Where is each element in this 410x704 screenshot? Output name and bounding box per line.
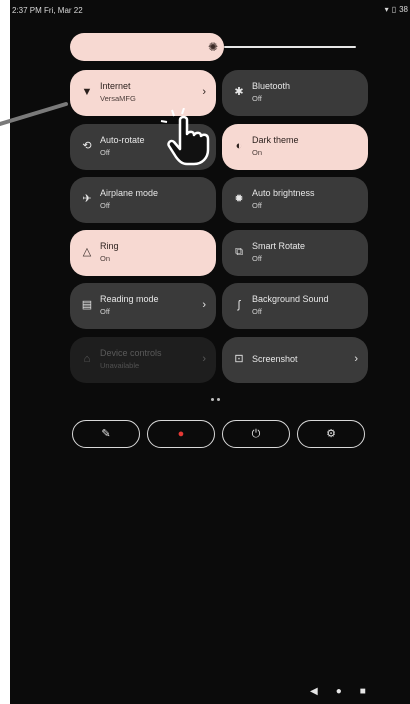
edit-button[interactable]: ✎ bbox=[72, 420, 140, 448]
tile-sub: Unavailable bbox=[100, 361, 140, 370]
navigation-bar: ◀ ● ■ bbox=[310, 686, 366, 697]
power-icon: ⏻ bbox=[251, 428, 261, 440]
contrast-icon: ◐ bbox=[235, 140, 243, 152]
tile-sub: VersaMFG bbox=[100, 94, 136, 103]
reading-mode-icon: ▤ bbox=[81, 299, 93, 311]
settings-icon: ⚙ bbox=[326, 428, 336, 440]
tile-sub: Off bbox=[100, 148, 110, 157]
tile-label: Airplane mode bbox=[100, 188, 159, 198]
tile-dark-theme[interactable]: ◐ Dark theme On bbox=[222, 124, 368, 170]
user-button[interactable]: ● bbox=[147, 420, 215, 448]
status-time: 2:37 PM Fri, Mar 22 bbox=[12, 6, 83, 15]
tile-smart-rotate[interactable]: ⧉ Smart Rotate Off bbox=[222, 230, 368, 276]
edit-icon: ✎ bbox=[101, 428, 111, 440]
tile-label: Bluetooth bbox=[252, 81, 291, 91]
airplane-icon: ✈ bbox=[82, 193, 92, 205]
tile-reading-mode[interactable]: ▤ Reading mode Off › bbox=[70, 283, 216, 329]
status-bar: 2:37 PM Fri, Mar 22 ▾ ▯ 38 bbox=[10, 0, 410, 22]
tile-airplane-mode[interactable]: ✈ Airplane mode Off bbox=[70, 177, 216, 223]
home-button-icon[interactable]: ● bbox=[336, 686, 342, 697]
tile-sub: Off bbox=[100, 307, 110, 316]
page-dot bbox=[211, 398, 214, 401]
battery-icon: ▯ bbox=[391, 5, 397, 14]
tile-label: Smart Rotate bbox=[252, 241, 306, 251]
tile-label: Background Sound bbox=[252, 294, 329, 304]
page-dot bbox=[217, 398, 220, 401]
tile-label: Internet bbox=[100, 81, 131, 91]
tile-screenshot[interactable]: ⊡ Screenshot › bbox=[222, 337, 368, 383]
tap-hand-icon bbox=[160, 108, 210, 166]
user-icon: ● bbox=[177, 428, 185, 440]
brightness-icon: ✺ bbox=[207, 40, 219, 54]
tile-sub: Off bbox=[100, 201, 110, 210]
brightness-fill bbox=[70, 33, 224, 61]
tile-label: Screenshot bbox=[252, 354, 298, 364]
tile-device-controls: ⌂ Device controls Unavailable › bbox=[70, 337, 216, 383]
tile-sub: Off bbox=[252, 254, 262, 263]
wifi-icon: ▼ bbox=[81, 86, 93, 98]
chevron-right-icon: › bbox=[202, 86, 206, 98]
quick-settings-screen: 2:37 PM Fri, Mar 22 ▾ ▯ 38 ✺ ▼ Internet … bbox=[10, 0, 410, 704]
brightness-track bbox=[224, 46, 356, 48]
chevron-right-icon: › bbox=[202, 353, 206, 365]
bluetooth-icon: ✱ bbox=[234, 86, 244, 98]
tile-label: Reading mode bbox=[100, 294, 159, 304]
tile-ring[interactable]: △ Ring On bbox=[70, 230, 216, 276]
tile-sub: On bbox=[252, 148, 263, 157]
power-button[interactable]: ⏻ bbox=[222, 420, 290, 448]
home-icon: ⌂ bbox=[83, 353, 91, 365]
tile-sub: Off bbox=[252, 307, 262, 316]
tile-bluetooth[interactable]: ✱ Bluetooth Off bbox=[222, 70, 368, 116]
brightness-slider[interactable]: ✺ bbox=[70, 33, 356, 61]
battery-level: 38 bbox=[399, 5, 408, 14]
tile-sub: Off bbox=[252, 201, 262, 210]
ear-icon: ʃ bbox=[237, 299, 241, 311]
tile-sub: On bbox=[100, 254, 111, 263]
tile-auto-brightness[interactable]: ✹ Auto brightness Off bbox=[222, 177, 368, 223]
tile-label: Ring bbox=[100, 241, 119, 251]
tile-sub: Off bbox=[252, 94, 262, 103]
pointer-line bbox=[0, 102, 68, 126]
screenshot-icon: ⊡ bbox=[234, 353, 244, 365]
page-indicator bbox=[211, 398, 220, 401]
tile-label: Auto brightness bbox=[252, 188, 315, 198]
rotate-icon: ⟲ bbox=[82, 140, 92, 152]
chevron-right-icon: › bbox=[202, 299, 206, 311]
wifi-signal-icon: ▾ bbox=[384, 5, 389, 14]
status-icons: ▾ ▯ 38 bbox=[385, 5, 408, 14]
chevron-right-icon: › bbox=[354, 353, 358, 365]
settings-button[interactable]: ⚙ bbox=[297, 420, 365, 448]
tile-background-sound[interactable]: ʃ Background Sound Off bbox=[222, 283, 368, 329]
recents-icon[interactable]: ■ bbox=[360, 686, 366, 697]
tile-label: Device controls bbox=[100, 348, 162, 358]
tile-label: Dark theme bbox=[252, 135, 299, 145]
back-icon[interactable]: ◀ bbox=[310, 686, 318, 697]
smart-rotate-icon: ⧉ bbox=[235, 246, 243, 258]
brightness-icon: ✹ bbox=[234, 193, 244, 205]
bell-icon: △ bbox=[82, 246, 92, 258]
tile-label: Auto-rotate bbox=[100, 135, 145, 145]
